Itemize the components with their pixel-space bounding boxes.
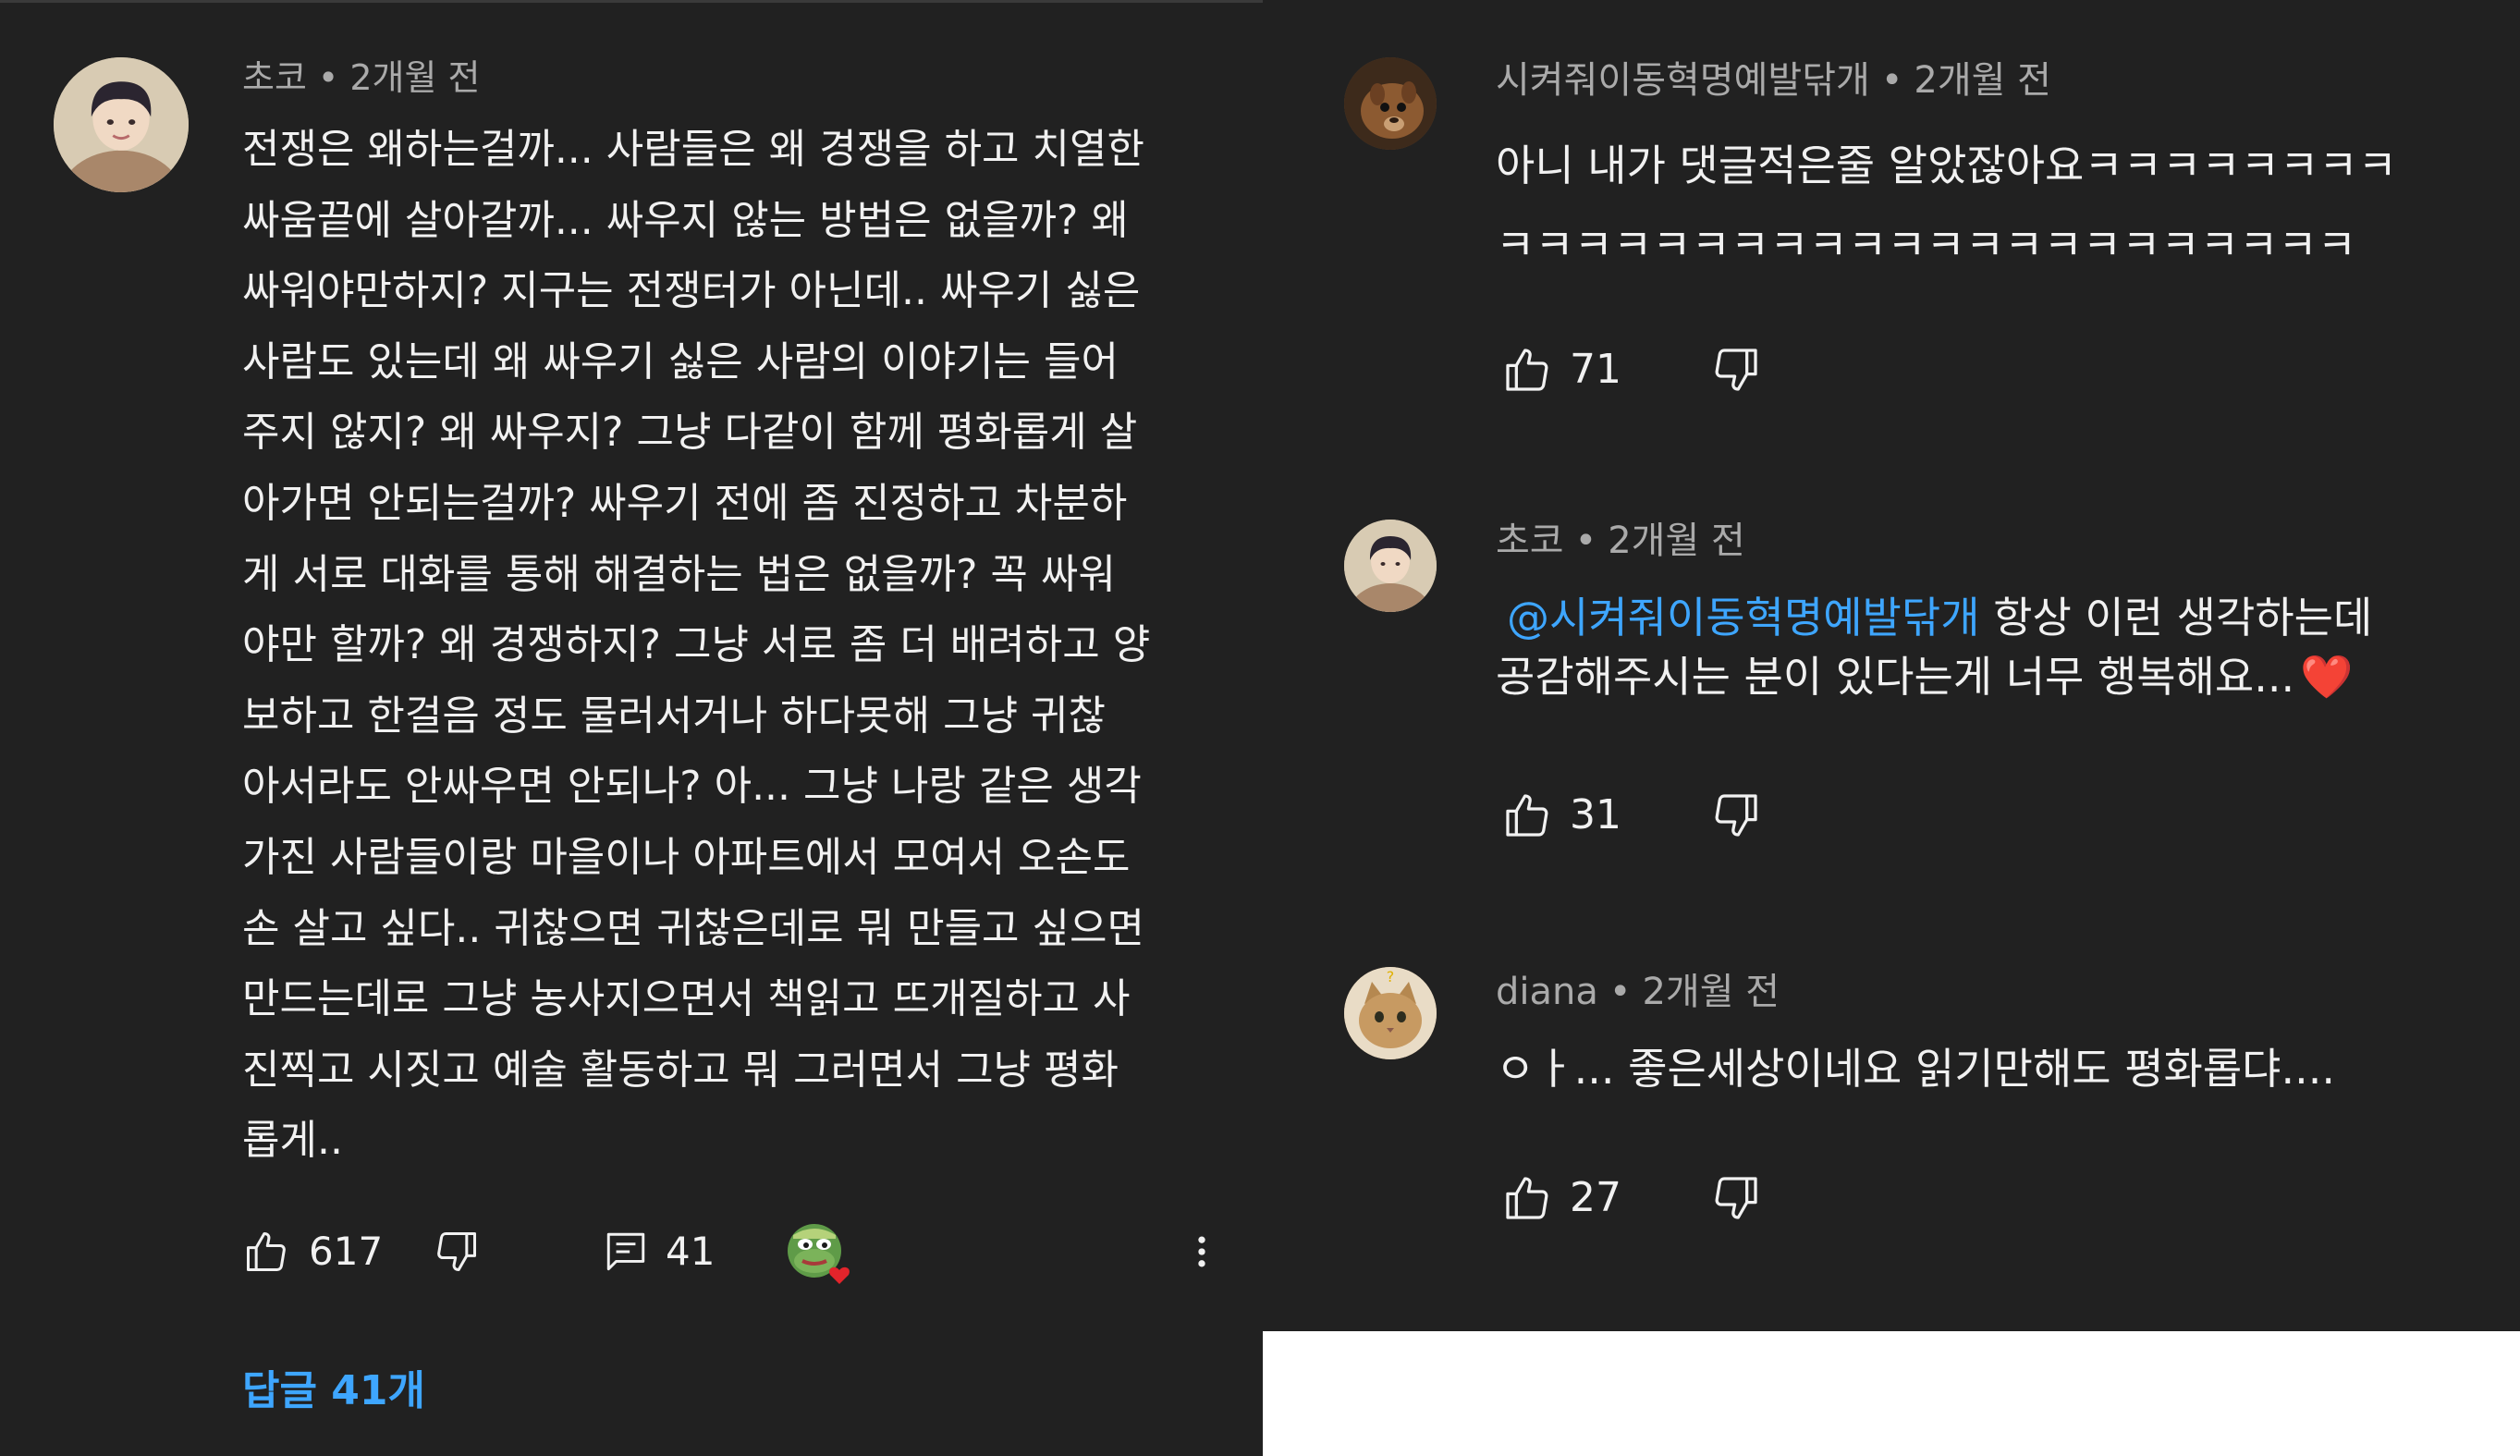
author-name[interactable]: 초코	[1496, 520, 1564, 562]
thumbs-down-icon	[1715, 349, 1757, 391]
avatar[interactable]	[1344, 57, 1437, 150]
comment-text: 공감해주시는 분이 있다는게 너무 행복해요...	[1496, 652, 2295, 702]
author-name[interactable]: 시켜줘이동혁명예발닦개	[1496, 59, 1870, 102]
comment-meta: diana • 2개월 전	[1496, 969, 1780, 1015]
dislike-button[interactable]	[1710, 344, 1762, 396]
author-name[interactable]: diana	[1496, 971, 1598, 1013]
author-name[interactable]: 초코	[242, 57, 307, 98]
comment-text: 항상 이런 생각하는데	[1979, 593, 2373, 642]
comment-line: 손 살고 싶다.. 귀찮으면 귀찮은데로 뭐 만들고 싶으면	[242, 904, 1144, 952]
thumbs-down-icon	[1715, 794, 1757, 837]
comment-line: 싸워야만하지? 지구는 전쟁터가 아닌데.. 싸우기 싫은	[242, 267, 1141, 315]
replies-panel: 시켜줘이동혁명예발닦개 • 2개월 전 아니 내가 댓글적은줄 알았잖아요ㅋㅋㅋㅋㅋ…	[1263, 0, 2520, 1331]
comment-line: 아서라도 안싸우면 안되나? 아... 그냥 나랑 같은 생각	[242, 763, 1142, 811]
comment-line: 아가면 안되는걸까? 싸우기 전에 좀 진정하고 차분하	[242, 479, 1128, 527]
like-button[interactable]	[242, 1228, 290, 1276]
like-count: 31	[1570, 791, 1621, 838]
reply-button[interactable]	[603, 1228, 649, 1276]
separator: •	[1574, 520, 1597, 562]
comment-line: 아니 내가 댓글적은줄 알았잖아요ㅋㅋㅋㅋㅋㅋㅋㅋ	[1496, 141, 2397, 190]
more-options-button[interactable]	[1181, 1228, 1222, 1276]
comment-meta: 시켜줘이동혁명예발닦개 • 2개월 전	[1496, 57, 2051, 104]
like-button[interactable]	[1501, 344, 1553, 396]
view-replies-link[interactable]: 답글 41개	[242, 1363, 425, 1420]
user-mention-link[interactable]: @시켜줘이동혁명예발닦개	[1507, 593, 1980, 642]
cat-photo-icon: ?	[1344, 967, 1437, 1059]
comment-line: 싸움끝에 살아갈까... 싸우지 않는 방법은 없을까? 왜	[242, 196, 1129, 244]
avatar[interactable]: ?	[1344, 967, 1437, 1059]
thumbs-up-icon	[1506, 1177, 1548, 1219]
comment-body: 아니 내가 댓글적은줄 알았잖아요ㅋㅋㅋㅋㅋㅋㅋㅋ ㅋㅋㅋㅋㅋㅋㅋㅋㅋㅋㅋㅋㅋㅋ…	[1496, 126, 2397, 285]
comment-line: ㅋㅋㅋㅋㅋㅋㅋㅋㅋㅋㅋㅋㅋㅋㅋㅋㅋㅋㅋㅋㅋㅋ	[1496, 220, 2357, 270]
user-photo-icon	[1344, 520, 1437, 612]
thumbs-down-icon	[1715, 1177, 1757, 1219]
main-comment-panel: 초코 • 2개월 전 전쟁은 왜하는걸까... 사람들은 왜 경쟁을 하고 치열한 …	[0, 0, 1263, 1456]
comment-icon	[606, 1232, 645, 1271]
heart-emoji-icon: ❤️	[2300, 652, 2354, 702]
like-count: 617	[309, 1229, 384, 1274]
comment-line: 전쟁은 왜하는걸까... 사람들은 왜 경쟁을 하고 치열한	[242, 126, 1144, 173]
avatar[interactable]	[54, 57, 189, 192]
thumbs-up-icon	[246, 1231, 286, 1272]
comment-line: @시켜줘이동혁명예발닦개 항상 이런 생각하는데	[1496, 588, 2372, 647]
thumbs-up-icon	[1506, 349, 1548, 391]
thumbs-up-icon	[1506, 794, 1548, 837]
comment-line: 주지 않지? 왜 싸우지? 그냥 다같이 함께 평화롭게 살	[242, 409, 1138, 457]
separator: •	[1880, 59, 1903, 102]
timestamp[interactable]: 2개월 전	[349, 57, 480, 98]
creator-heart-icon	[788, 1224, 850, 1284]
comment-body: @시켜줘이동혁명예발닦개 항상 이런 생각하는데 공감해주시는 분이 있다는게 …	[1496, 588, 2372, 706]
dislike-button[interactable]	[433, 1228, 481, 1276]
dislike-button[interactable]	[1710, 1172, 1762, 1224]
comment-body: 전쟁은 왜하는걸까... 사람들은 왜 경쟁을 하고 치열한 싸움끝에 살아갈까…	[242, 115, 1150, 1177]
timestamp[interactable]: 2개월 전	[1608, 520, 1745, 562]
comment-line: 사람도 있는데 왜 싸우기 싫은 사람의 이야기는 들어	[242, 337, 1119, 385]
comment-line: 보하고 한걸음 정도 물러서거나 하다못해 그냥 귀찮	[242, 691, 1106, 740]
like-button[interactable]	[1501, 1172, 1553, 1224]
comment-line: 롭게..	[242, 1117, 343, 1165]
comment-line: 야만 할까? 왜 경쟁하지? 그냥 서로 좀 더 배려하고 양	[242, 621, 1151, 669]
creator-heart-badge	[786, 1222, 856, 1287]
comment-line: ㅇㅏ... 좋은세상이네요 읽기만해도 평화롭댜....	[1496, 1044, 2335, 1094]
reply-count: 41	[666, 1229, 716, 1274]
timestamp[interactable]: 2개월 전	[1642, 971, 1780, 1013]
comment-line: 가진 사람들이랑 마을이나 아파트에서 모여서 오손도	[242, 833, 1131, 881]
svg-text:?: ?	[1387, 968, 1395, 985]
separator: •	[1609, 971, 1632, 1013]
user-photo-icon	[54, 57, 189, 192]
like-button[interactable]	[1501, 789, 1553, 841]
comment-body: ㅇㅏ... 좋은세상이네요 읽기만해도 평화롭댜....	[1496, 1039, 2335, 1098]
like-count: 27	[1570, 1174, 1621, 1221]
thumbs-down-icon	[437, 1231, 477, 1272]
more-vert-icon	[1198, 1236, 1205, 1267]
comment-meta: 초코 • 2개월 전	[1496, 518, 1745, 564]
comment-line: 게 서로 대화를 통해 해결하는 법은 없을까? 꼭 싸워	[242, 550, 1116, 598]
comment-line: 공감해주시는 분이 있다는게 너무 행복해요... ❤️	[1496, 647, 2372, 706]
dislike-button[interactable]	[1710, 789, 1762, 841]
timestamp[interactable]: 2개월 전	[1914, 59, 2051, 102]
comment-line: 진찍고 시짓고 예술 활동하고 뭐 그러면서 그냥 평화	[242, 1046, 1119, 1094]
comment-line: 만드는데로 그냥 농사지으면서 책읽고 뜨개질하고 사	[242, 975, 1131, 1023]
animal-photo-icon	[1344, 57, 1437, 150]
like-count: 71	[1570, 346, 1621, 393]
separator: •	[317, 57, 339, 98]
avatar[interactable]	[1344, 520, 1437, 612]
comment-meta: 초코 • 2개월 전	[242, 55, 480, 100]
